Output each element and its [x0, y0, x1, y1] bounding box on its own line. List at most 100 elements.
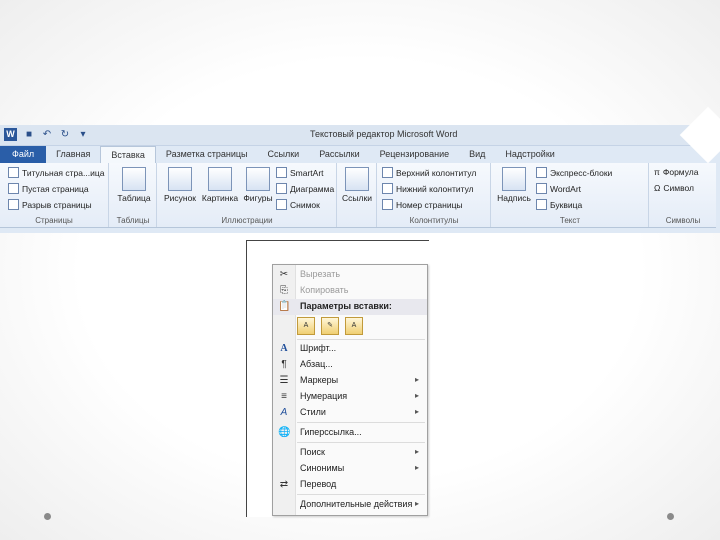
group-label-pages: Страницы — [35, 216, 73, 225]
submenu-arrow-icon: ▸ — [414, 407, 419, 416]
menu-item-font[interactable]: A Шрифт... — [273, 341, 427, 357]
submenu-arrow-icon: ▸ — [414, 391, 419, 400]
customize-icon[interactable]: ▾ — [77, 129, 89, 141]
menu-item-paste-options: 📋 Параметры вставки: — [273, 299, 427, 315]
menu-item-numbering[interactable]: ≡ Нумерация ▸ — [273, 389, 427, 405]
cut-icon: ✂ — [279, 269, 289, 280]
equation-button[interactable]: π Формула — [654, 167, 698, 177]
merge-formatting-icon[interactable]: ✎ — [321, 317, 339, 335]
tab-addins[interactable]: Надстройки — [495, 146, 564, 163]
submenu-arrow-icon: ▸ — [414, 375, 419, 384]
group-label-text: Текст — [559, 216, 581, 225]
dropcap-button[interactable]: Буквица — [536, 199, 582, 210]
paragraph-icon: ¶ — [281, 359, 287, 370]
undo-icon[interactable]: ↶ — [41, 129, 53, 141]
table-button[interactable]: Таблица — [116, 167, 152, 203]
blank-page-button[interactable]: Пустая страница — [8, 183, 89, 194]
menu-item-translate[interactable]: ⇄ Перевод — [273, 477, 427, 493]
tab-references[interactable]: Ссылки — [258, 146, 310, 163]
copy-icon: ⎘ — [280, 285, 288, 296]
menu-separator — [297, 339, 425, 340]
group-links: Ссылки — [338, 163, 377, 227]
ribbon-panel: Титульная стра...ица Пустая страница Раз… — [0, 163, 716, 228]
slide-dot-right — [667, 513, 674, 520]
submenu-arrow-icon: ▸ — [414, 499, 419, 508]
group-label-illustrations: Иллюстрации — [221, 216, 273, 225]
tab-file[interactable]: Файл — [0, 146, 47, 163]
page-break-icon — [8, 199, 19, 210]
menu-item-synonyms[interactable]: Синонимы ▸ — [273, 461, 427, 477]
symbol-button[interactable]: Ω Символ — [654, 183, 694, 193]
tab-review[interactable]: Рецензирование — [370, 146, 460, 163]
quick-parts-button[interactable]: Экспресс-блоки — [536, 167, 612, 178]
cover-page-icon — [8, 167, 19, 178]
styles-icon: A — [280, 407, 288, 418]
header-icon — [382, 167, 393, 178]
save-icon[interactable]: ■ — [23, 129, 35, 141]
tab-home[interactable]: Главная — [46, 146, 100, 163]
clipart-button[interactable]: Картинка — [200, 167, 240, 203]
picture-button[interactable]: Рисунок — [162, 167, 198, 203]
blank-page-icon — [8, 183, 19, 194]
keep-text-only-icon[interactable]: A — [345, 317, 363, 335]
page-break-button[interactable]: Разрыв страницы — [8, 199, 92, 210]
group-header-footer: Верхний колонтитул Нижний колонтитул Ном… — [378, 163, 491, 227]
paste-options-row: A ✎ A — [297, 317, 363, 335]
submenu-arrow-icon: ▸ — [414, 463, 419, 472]
group-pages: Титульная стра...ица Пустая страница Раз… — [0, 163, 109, 227]
chart-button[interactable]: Диаграмма — [276, 183, 334, 194]
page-number-icon — [382, 199, 393, 210]
smartart-button[interactable]: SmartArt — [276, 167, 324, 178]
group-text: Надпись Экспресс-блоки WordArt Буквица Т… — [492, 163, 649, 227]
screenshot-icon — [276, 199, 287, 210]
title-bar: W ■ ↶ ↻ ▾ Текстовый редактор Microsoft W… — [0, 125, 716, 146]
screenshot-button[interactable]: Снимок — [276, 199, 320, 210]
redo-icon[interactable]: ↻ — [59, 129, 71, 141]
menu-item-bullets[interactable]: ☰ Маркеры ▸ — [273, 373, 427, 389]
menu-separator — [297, 494, 425, 495]
group-label-symbols: Символы — [665, 216, 701, 225]
window-title: Текстовый редактор Microsoft Word — [310, 129, 458, 139]
textbox-button[interactable]: Надпись — [496, 167, 532, 203]
word-logo-icon[interactable]: W — [4, 128, 17, 141]
ribbon-tabs: Файл Главная Вставка Разметка страницы С… — [0, 146, 716, 163]
menu-item-additional-actions[interactable]: Дополнительные действия ▸ — [273, 497, 427, 513]
wordart-button[interactable]: WordArt — [536, 183, 581, 194]
footer-icon — [382, 183, 393, 194]
group-illustrations: Рисунок Картинка Фигуры SmartArt Диаграм… — [158, 163, 337, 227]
header-button[interactable]: Верхний колонтитул — [382, 167, 476, 178]
quick-parts-icon — [536, 167, 547, 178]
footer-button[interactable]: Нижний колонтитул — [382, 183, 474, 194]
context-menu: ✂ Вырезать ⎘ Копировать 📋 Параметры вста… — [272, 264, 428, 516]
menu-item-copy[interactable]: ⎘ Копировать — [273, 283, 427, 299]
menu-item-paragraph[interactable]: ¶ Абзац... — [273, 357, 427, 373]
table-icon — [122, 167, 146, 191]
dropcap-icon — [536, 199, 547, 210]
group-tables: Таблица Таблицы — [110, 163, 157, 227]
translate-icon: ⇄ — [279, 479, 289, 490]
shapes-button[interactable]: Фигуры — [242, 167, 274, 203]
tab-mailings[interactable]: Рассылки — [309, 146, 369, 163]
page-number-button[interactable]: Номер страницы — [382, 199, 463, 210]
group-symbols: π Формула Ω Символ Символы — [650, 163, 716, 227]
menu-item-cut[interactable]: ✂ Вырезать — [273, 267, 427, 283]
numbering-icon: ≡ — [281, 391, 287, 402]
smartart-icon — [276, 167, 287, 178]
cover-page-button[interactable]: Титульная стра...ица — [8, 167, 104, 178]
group-label-header-footer: Колонтитулы — [409, 216, 459, 225]
keep-source-formatting-icon[interactable]: A — [297, 317, 315, 335]
tab-view[interactable]: Вид — [459, 146, 495, 163]
links-button[interactable]: Ссылки — [342, 167, 372, 203]
tab-page-layout[interactable]: Разметка страницы — [156, 146, 258, 163]
menu-item-hyperlink[interactable]: 🌐 Гиперссылка... — [273, 425, 427, 441]
word-ribbon: W ■ ↶ ↻ ▾ Текстовый редактор Microsoft W… — [0, 125, 720, 233]
textbox-icon — [502, 167, 526, 191]
bullets-icon: ☰ — [279, 375, 289, 386]
font-icon: A — [280, 343, 288, 354]
menu-item-styles[interactable]: A Стили ▸ — [273, 405, 427, 421]
menu-item-search[interactable]: Поиск ▸ — [273, 445, 427, 461]
clipart-icon — [208, 167, 232, 191]
picture-icon — [168, 167, 192, 191]
tab-insert[interactable]: Вставка — [100, 146, 156, 163]
links-icon — [345, 167, 369, 191]
